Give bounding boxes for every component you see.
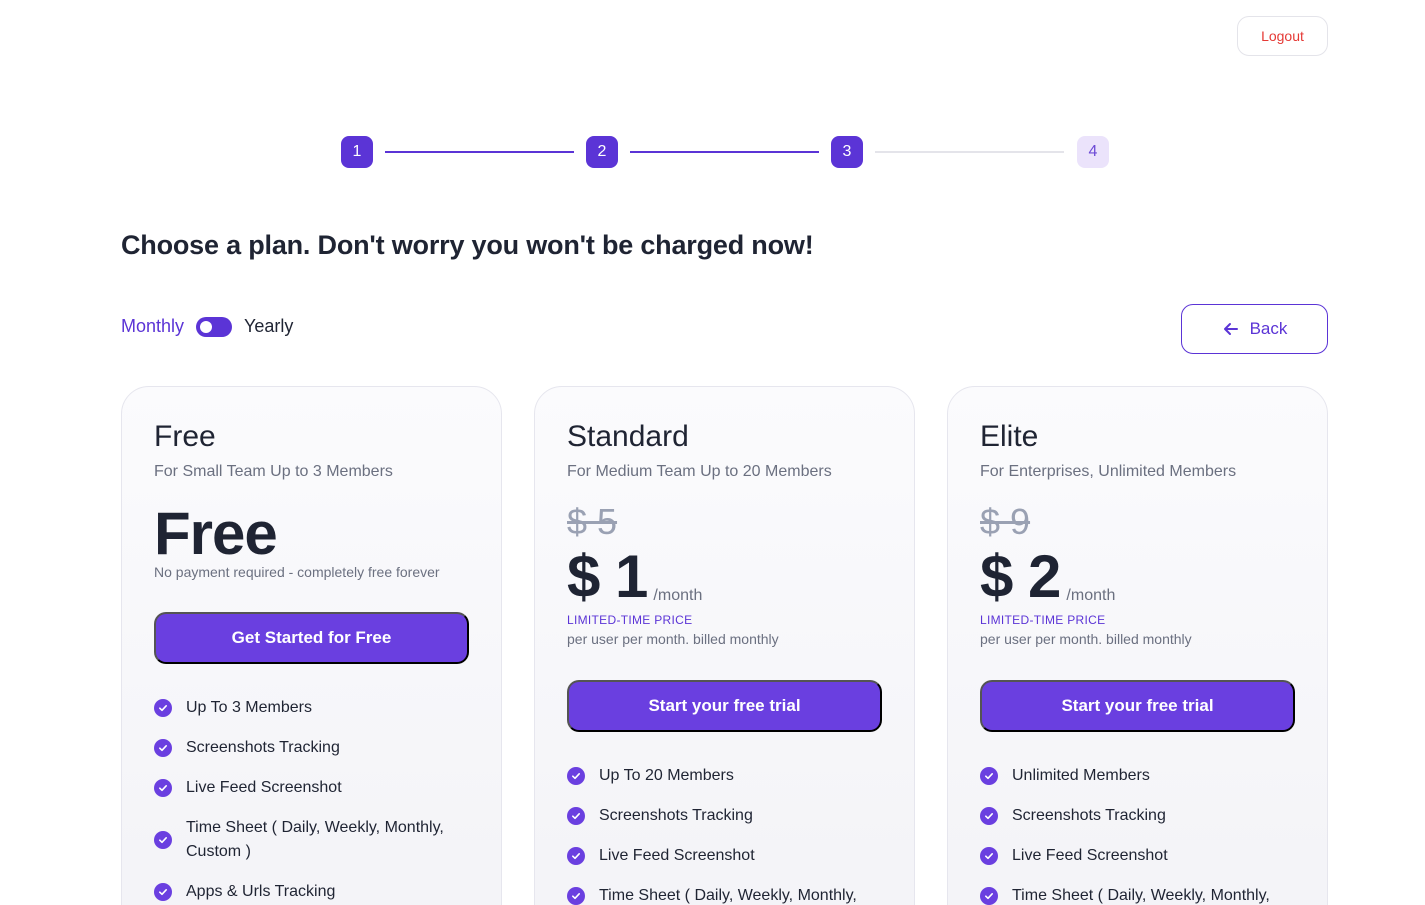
list-item: Live Feed Screenshot	[567, 844, 882, 868]
check-circle-icon	[980, 807, 998, 825]
check-circle-icon	[154, 699, 172, 717]
plan-price: Free	[154, 500, 278, 567]
check-circle-icon	[154, 883, 172, 901]
plan-name: Standard	[567, 420, 689, 453]
feature-text: Up To 3 Members	[186, 699, 312, 716]
check-circle-icon	[980, 887, 998, 905]
back-label: Back	[1249, 319, 1288, 338]
price-amount: $ 2	[980, 543, 1061, 610]
toggle-knob	[200, 320, 213, 333]
plan-name: Elite	[980, 420, 1039, 453]
arrow-left-icon	[1223, 323, 1238, 335]
feature-text: Unlimited Members	[1012, 767, 1150, 784]
list-item: Up To 20 Members	[567, 764, 882, 788]
discounted-price: $ 1 /month	[567, 547, 702, 607]
check-circle-icon	[154, 779, 172, 797]
yearly-label[interactable]: Yearly	[244, 316, 293, 337]
step-1: 1	[341, 136, 373, 168]
step-connector-1	[385, 151, 574, 153]
step-4: 4	[1077, 136, 1109, 168]
step-3: 3	[831, 136, 863, 168]
feature-text: Live Feed Screenshot	[186, 779, 342, 796]
feature-list: Unlimited Members Screenshots Tracking L…	[980, 764, 1295, 905]
page-title: Choose a plan. Don't worry you won't be …	[121, 230, 814, 260]
plan-name: Free	[154, 420, 216, 453]
feature-list: Up To 3 Members Screenshots Tracking Liv…	[154, 696, 469, 905]
feature-list: Up To 20 Members Screenshots Tracking Li…	[567, 764, 882, 905]
plan-card-free: Free For Small Team Up to 3 Members Free…	[121, 386, 502, 905]
feature-text: Live Feed Screenshot	[599, 847, 755, 864]
step-2: 2	[586, 136, 618, 168]
check-circle-icon	[154, 739, 172, 757]
list-item: Apps & Urls Tracking	[154, 880, 469, 904]
list-item: Up To 3 Members	[154, 696, 469, 720]
step-connector-2	[630, 151, 819, 153]
feature-text: Screenshots Tracking	[1012, 807, 1166, 824]
feature-text: Up To 20 Members	[599, 767, 734, 784]
plan-card-standard: Standard For Medium Team Up to 20 Member…	[534, 386, 915, 905]
pricing-page: Logout 1 2 3 4 Choose a plan. Don't worr…	[0, 0, 1425, 905]
discounted-price: $ 2 /month	[980, 547, 1115, 607]
feature-text: Apps & Urls Tracking	[186, 883, 336, 900]
list-item: Time Sheet ( Daily, Weekly, Monthly,	[567, 884, 882, 905]
price-amount: $ 1	[567, 543, 648, 610]
feature-text: Time Sheet ( Daily, Weekly, Monthly,	[1012, 887, 1270, 904]
feature-text: Screenshots Tracking	[186, 739, 340, 756]
price-period: /month	[1066, 587, 1116, 604]
get-started-free-button[interactable]: Get Started for Free	[154, 612, 469, 664]
billing-note: per user per month. billed monthly	[980, 631, 1192, 647]
list-item: Time Sheet ( Daily, Weekly, Monthly,	[980, 884, 1295, 905]
check-circle-icon	[567, 767, 585, 785]
check-circle-icon	[154, 831, 172, 849]
list-item: Screenshots Tracking	[154, 736, 469, 760]
list-item: Time Sheet ( Daily, Weekly, Monthly, Cus…	[154, 816, 469, 864]
feature-text: Time Sheet ( Daily, Weekly, Monthly,	[599, 887, 857, 904]
billing-toggle-switch[interactable]	[196, 316, 233, 337]
list-item: Live Feed Screenshot	[154, 776, 469, 800]
list-item: Unlimited Members	[980, 764, 1295, 788]
plan-description: For Medium Team Up to 20 Members	[567, 463, 832, 480]
feature-text: Screenshots Tracking	[599, 807, 753, 824]
back-button[interactable]: Back	[1181, 304, 1328, 354]
promo-label: LIMITED-TIME PRICE	[980, 613, 1106, 627]
start-free-trial-button[interactable]: Start your free trial	[980, 680, 1295, 732]
promo-label: LIMITED-TIME PRICE	[567, 613, 693, 627]
check-circle-icon	[980, 847, 998, 865]
plan-description: For Small Team Up to 3 Members	[154, 463, 393, 480]
plan-card-elite: Elite For Enterprises, Unlimited Members…	[947, 386, 1328, 905]
feature-text: Live Feed Screenshot	[1012, 847, 1168, 864]
plan-note: No payment required - completely free fo…	[154, 564, 440, 580]
check-circle-icon	[567, 847, 585, 865]
list-item: Screenshots Tracking	[567, 804, 882, 828]
check-circle-icon	[567, 807, 585, 825]
list-item: Live Feed Screenshot	[980, 844, 1295, 868]
feature-text: Time Sheet ( Daily, Weekly, Monthly, Cus…	[186, 819, 444, 860]
check-circle-icon	[980, 767, 998, 785]
billing-note: per user per month. billed monthly	[567, 631, 779, 647]
start-free-trial-button[interactable]: Start your free trial	[567, 680, 882, 732]
step-connector-3	[875, 151, 1064, 153]
original-price: $ 9	[980, 501, 1031, 542]
list-item: Screenshots Tracking	[980, 804, 1295, 828]
original-price: $ 5	[567, 501, 618, 542]
billing-toggle: Monthly Yearly	[121, 316, 293, 337]
logout-button[interactable]: Logout	[1237, 16, 1328, 56]
monthly-label[interactable]: Monthly	[121, 316, 184, 337]
price-period: /month	[653, 587, 703, 604]
plan-description: For Enterprises, Unlimited Members	[980, 463, 1237, 480]
check-circle-icon	[567, 887, 585, 905]
